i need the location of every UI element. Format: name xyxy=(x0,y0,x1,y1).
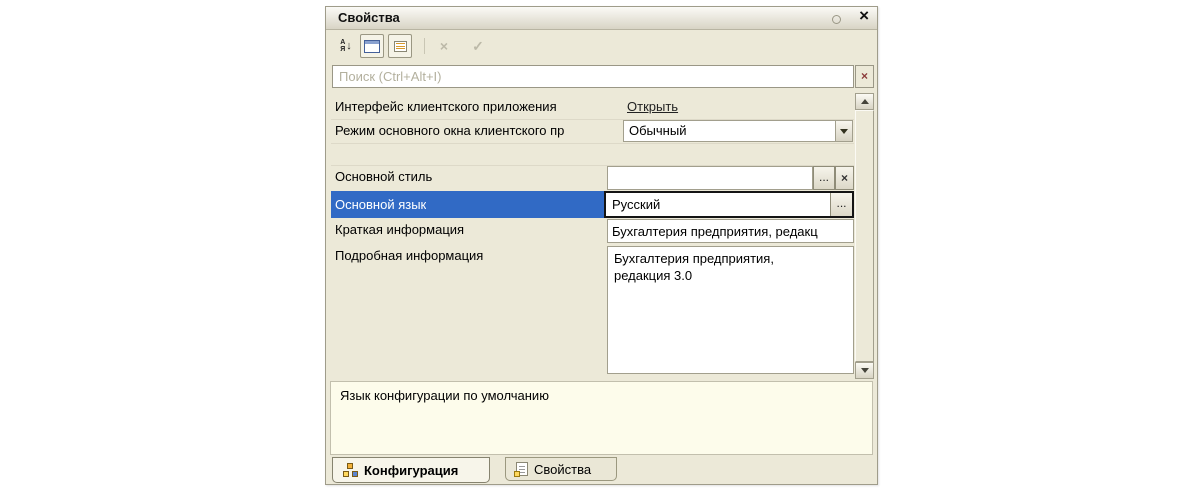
search-clear-button[interactable]: × xyxy=(855,65,874,88)
categories-icon xyxy=(364,39,380,53)
scroll-down-button[interactable] xyxy=(855,362,874,379)
property-row-main-style: Основной стиль ... × xyxy=(331,165,854,191)
close-button[interactable]: × xyxy=(859,6,869,26)
properties-icon xyxy=(514,462,528,477)
cancel-icon: × xyxy=(439,38,449,54)
tab-configuration[interactable]: Конфигурация xyxy=(332,457,490,483)
pin-icon[interactable] xyxy=(832,15,841,24)
property-row-detailed-info: Подробная информация Бухгалтерия предпри… xyxy=(331,244,854,379)
property-label: Режим основного окна клиентского пр xyxy=(335,123,565,138)
tab-properties[interactable]: Свойства xyxy=(505,457,617,481)
main-style-clear-button[interactable]: × xyxy=(835,166,854,190)
sort-arrow-icon: ↓ xyxy=(346,39,352,52)
bottom-tabstrip: Конфигурация Свойства xyxy=(326,457,877,484)
sort-button[interactable]: АЯ ↓ xyxy=(334,34,358,58)
titlebar[interactable]: Свойства × xyxy=(326,6,877,30)
property-description-text: Язык конфигурации по умолчанию xyxy=(340,388,549,403)
sort-az-icon: АЯ xyxy=(340,39,346,53)
property-row-main-window-mode: Режим основного окна клиентского пр Обыч… xyxy=(331,119,854,144)
combobox-value: Обычный xyxy=(629,123,687,138)
property-row-main-language: Основной язык Русский ... xyxy=(331,191,854,218)
property-label: Подробная информация xyxy=(335,248,484,263)
grid-spacer-row xyxy=(331,143,854,166)
dropdown-button[interactable] xyxy=(835,121,852,141)
tab-label: Конфигурация xyxy=(364,462,459,478)
search-input[interactable] xyxy=(332,65,854,88)
properties-panel: Свойства × АЯ ↓ × ✓ Поиск (Ctrl+Alt+I) ×… xyxy=(325,6,878,485)
cancel-edit-button[interactable]: × xyxy=(432,34,456,58)
property-label: Основной язык xyxy=(335,197,427,212)
list-icon xyxy=(393,40,407,52)
important-only-button[interactable] xyxy=(388,34,412,58)
arrow-down-icon xyxy=(860,368,869,373)
property-description-box: Язык конфигурации по умолчанию xyxy=(330,381,873,455)
toolbar-separator xyxy=(424,38,425,54)
main-window-mode-combobox[interactable]: Обычный xyxy=(623,120,853,142)
categories-button[interactable] xyxy=(360,34,384,58)
scrollbar-thumb[interactable] xyxy=(855,110,874,362)
configuration-icon xyxy=(343,463,358,477)
property-label: Краткая информация xyxy=(335,222,465,237)
main-style-field[interactable] xyxy=(607,166,813,190)
selected-row-highlight[interactable]: Основной язык xyxy=(331,191,604,218)
apply-edit-button[interactable]: ✓ xyxy=(466,34,490,58)
arrow-up-icon xyxy=(860,99,869,104)
vertical-scrollbar[interactable] xyxy=(855,93,874,379)
scroll-up-button[interactable] xyxy=(855,93,874,110)
check-icon: ✓ xyxy=(472,37,484,54)
tab-label: Свойства xyxy=(534,461,592,477)
property-row-interface: Интерфейс клиентского приложения Открыть xyxy=(331,95,854,120)
property-label: Основной стиль xyxy=(335,169,433,184)
field-value: Русский xyxy=(612,197,661,212)
property-row-short-info: Краткая информация xyxy=(331,218,854,244)
chevron-down-icon xyxy=(840,129,848,134)
detailed-info-textarea[interactable]: Бухгалтерия предприятия, редакция 3.0 xyxy=(607,246,854,374)
property-grid: Интерфейс клиентского приложения Открыть… xyxy=(331,93,854,379)
toolbar: АЯ ↓ × ✓ xyxy=(326,30,877,64)
desktop-background: Свойства × АЯ ↓ × ✓ Поиск (Ctrl+Alt+I) ×… xyxy=(0,0,1200,489)
panel-title: Свойства xyxy=(338,10,400,25)
open-link[interactable]: Открыть xyxy=(627,99,678,114)
property-label: Интерфейс клиентского приложения xyxy=(335,99,557,114)
main-language-ellipsis-button[interactable]: ... xyxy=(830,193,852,216)
main-language-field[interactable]: Русский ... xyxy=(604,191,854,218)
short-info-input[interactable] xyxy=(607,219,854,243)
main-style-ellipsis-button[interactable]: ... xyxy=(813,166,835,190)
